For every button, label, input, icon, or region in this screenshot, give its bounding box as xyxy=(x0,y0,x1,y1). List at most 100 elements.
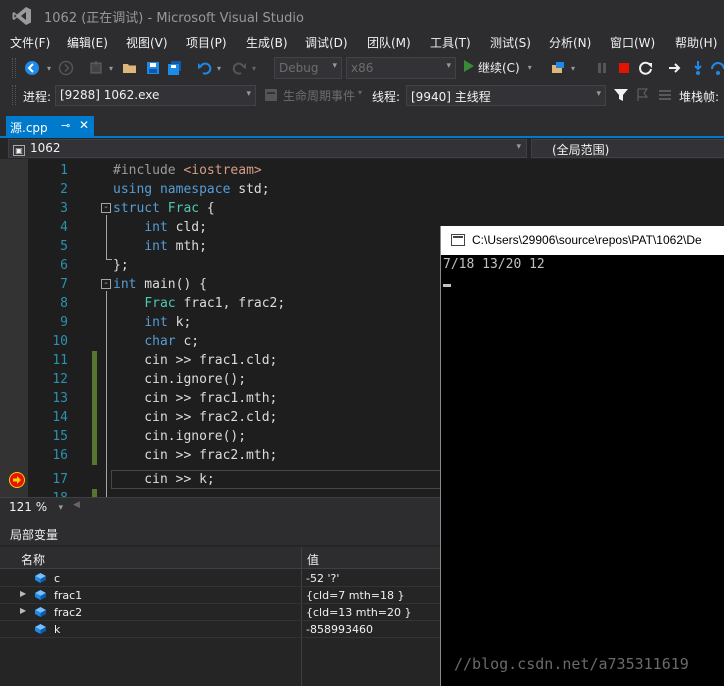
tab-source-cpp[interactable]: 源.cpp ⊸ ✕ xyxy=(6,116,94,138)
new-item-dropdown-icon[interactable]: ▾ xyxy=(106,58,116,78)
continue-dropdown-icon[interactable]: ▾ xyxy=(528,63,532,72)
solution-config-dropdown[interactable]: Debug ▾ xyxy=(274,57,342,79)
console-title-bar[interactable]: C:\Users\29906\source\repos\PAT\1062\De xyxy=(441,226,724,255)
table-row[interactable]: ▶ frac2 {cld=13 mth=20 } xyxy=(0,604,440,621)
collapse-icon[interactable]: - xyxy=(101,279,111,289)
continue-label: 继续(C) xyxy=(478,61,520,75)
variable-name: c xyxy=(54,572,61,585)
chevron-down-icon: ▾ xyxy=(446,61,451,71)
table-row[interactable]: k -858993460 xyxy=(0,621,440,638)
line-number: 17 xyxy=(52,472,68,487)
project-dropdown[interactable]: ▣ 1062 ▾ xyxy=(8,139,527,158)
undo-icon[interactable] xyxy=(195,58,215,78)
menu-edit[interactable]: 编辑(E) xyxy=(67,34,108,51)
filter-icon[interactable] xyxy=(611,85,631,105)
step-into-icon[interactable] xyxy=(688,58,708,78)
change-marker xyxy=(92,489,97,497)
process-dropdown-icon[interactable]: ▾ xyxy=(568,58,578,78)
fold-guide xyxy=(106,215,107,260)
stop-debugging-icon[interactable] xyxy=(614,58,634,78)
thread-label: 线程: xyxy=(372,90,401,104)
process-dropdown[interactable]: [9288] 1062.exe ▾ xyxy=(55,85,256,106)
thread-dropdown[interactable]: [9940] 主线程 ▾ xyxy=(406,85,606,106)
process-icon[interactable] xyxy=(548,58,568,78)
break-all-icon[interactable] xyxy=(592,58,612,78)
console-window[interactable]: C:\Users\29906\source\repos\PAT\1062\De … xyxy=(440,226,724,686)
toggle-flag-icon[interactable] xyxy=(633,85,653,105)
pin-icon[interactable]: ⊸ xyxy=(61,119,70,132)
toolbar-grip[interactable] xyxy=(12,85,16,105)
stack-frame-label: 堆栈帧: xyxy=(679,90,720,104)
line-number: 1 xyxy=(60,163,68,178)
console-app-icon xyxy=(451,234,465,246)
table-row[interactable]: c -52 '?' xyxy=(0,570,440,587)
scroll-left-icon[interactable]: ◀ xyxy=(73,500,80,510)
menu-tools[interactable]: 工具(T) xyxy=(430,34,471,51)
locals-title: 局部变量 xyxy=(0,523,440,545)
document-tab-bar: 源.cpp ⊸ ✕ xyxy=(0,114,724,138)
line-number: 3 xyxy=(60,201,68,216)
restart-icon[interactable] xyxy=(636,58,656,78)
show-next-statement-icon[interactable] xyxy=(665,58,685,78)
line-number: 5 xyxy=(60,239,68,254)
lifecycle-dropdown-icon[interactable]: ▾ xyxy=(358,88,362,97)
menu-test[interactable]: 测试(S) xyxy=(490,34,531,51)
lifecycle-events-label[interactable]: 生命周期事件 xyxy=(283,87,355,104)
navigate-back-icon[interactable] xyxy=(22,58,42,78)
variable-value[interactable]: {cld=13 mth=20 } xyxy=(306,606,412,619)
menu-help[interactable]: 帮助(H) xyxy=(675,34,717,51)
menu-project[interactable]: 项目(P) xyxy=(186,34,227,51)
solution-config-value: Debug xyxy=(279,61,319,75)
new-project-icon[interactable] xyxy=(86,58,106,78)
breakpoint-current-statement-icon[interactable] xyxy=(9,472,25,488)
zoom-level: 121 % xyxy=(9,500,48,514)
menu-file[interactable]: 文件(F) xyxy=(10,34,50,51)
expand-icon[interactable]: ▶ xyxy=(20,606,26,615)
platform-dropdown[interactable]: x86 ▾ xyxy=(346,57,456,79)
scope-dropdown[interactable]: (全局范围) xyxy=(531,139,724,158)
toolbar-grip[interactable] xyxy=(12,58,16,78)
save-icon[interactable] xyxy=(143,58,163,78)
continue-button[interactable]: 继续(C) ▾ xyxy=(464,59,532,76)
fold-guide-end xyxy=(106,259,112,260)
collapse-icon[interactable]: - xyxy=(101,203,111,213)
window-title: 1062 (正在调试) - Microsoft Visual Studio xyxy=(44,10,304,26)
code-line: 3 - struct Frac { xyxy=(0,199,724,218)
line-number: 14 xyxy=(52,410,68,425)
navigate-back-dropdown-icon[interactable]: ▾ xyxy=(44,58,54,78)
menu-view[interactable]: 视图(V) xyxy=(126,34,168,51)
column-header-name[interactable]: 名称 xyxy=(21,551,45,568)
menu-team[interactable]: 团队(M) xyxy=(367,34,411,51)
title-bar: 1062 (正在调试) - Microsoft Visual Studio xyxy=(0,0,724,32)
save-all-icon[interactable] xyxy=(165,58,185,78)
line-number: 4 xyxy=(60,220,68,235)
line-number: 7 xyxy=(60,277,68,292)
split-stacks-icon[interactable] xyxy=(655,85,675,105)
redo-dropdown-icon[interactable]: ▾ xyxy=(249,58,259,78)
console-title: C:\Users\29906\source\repos\PAT\1062\De xyxy=(472,233,702,247)
expand-icon[interactable]: ▶ xyxy=(20,589,26,598)
menu-debug[interactable]: 调试(D) xyxy=(305,34,348,51)
undo-dropdown-icon[interactable]: ▾ xyxy=(214,58,224,78)
menu-build[interactable]: 生成(B) xyxy=(246,34,288,51)
redo-icon[interactable] xyxy=(229,58,249,78)
chevron-down-icon: ▾ xyxy=(596,89,601,99)
menu-analyze[interactable]: 分析(N) xyxy=(549,34,591,51)
column-header-value[interactable]: 值 xyxy=(307,551,319,568)
zoom-dropdown[interactable]: 121 % ▾ xyxy=(5,499,67,516)
line-number: 13 xyxy=(52,391,68,406)
variable-icon xyxy=(35,607,46,617)
variable-name: frac2 xyxy=(54,606,83,619)
lifecycle-events-icon[interactable] xyxy=(262,85,280,105)
close-icon[interactable]: ✕ xyxy=(79,118,89,132)
step-over-icon[interactable] xyxy=(708,58,724,78)
variable-icon xyxy=(35,624,46,634)
navigate-forward-icon[interactable] xyxy=(56,58,76,78)
variable-value[interactable]: -858993460 xyxy=(306,623,373,636)
open-file-icon[interactable] xyxy=(120,58,140,78)
menu-window[interactable]: 窗口(W) xyxy=(610,34,655,51)
variable-value[interactable]: {cld=7 mth=18 } xyxy=(306,589,405,602)
table-row[interactable]: ▶ frac1 {cld=7 mth=18 } xyxy=(0,587,440,604)
change-marker xyxy=(92,408,97,427)
variable-value[interactable]: -52 '?' xyxy=(306,572,339,585)
